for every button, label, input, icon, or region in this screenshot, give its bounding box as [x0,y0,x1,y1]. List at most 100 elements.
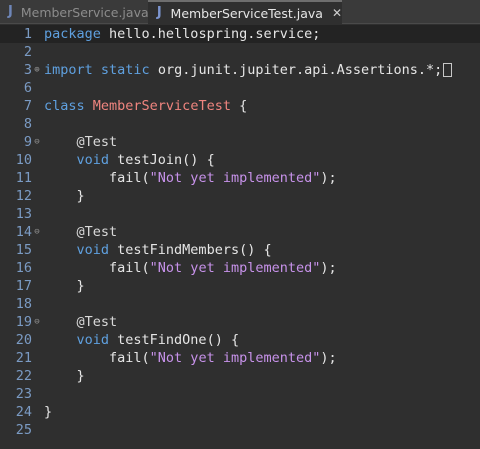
code-editor[interactable]: 1 package hello.hellospring.service; 2 3 ⊕ im… [0,24,480,449]
code-line[interactable]: 8 [0,115,480,133]
line-number: 1 [23,26,32,42]
code-token: static [100,62,150,78]
line-number: 23 [15,386,32,402]
code-token: "Not yet implemented" [149,350,321,366]
tab-bar: J MemberService.java J MemberServiceTest… [0,0,480,24]
code-text: @Test [44,313,118,331]
code-line[interactable]: 3 ⊕ import static org.junit.jupiter.api.As… [0,61,480,79]
code-text: fail("Not yet implemented"); [44,259,337,277]
code-token: "Not yet implemented" [149,170,321,186]
tab-member-service-test[interactable]: J MemberServiceTest.java ✕ [148,0,342,24]
code-token: @Test [76,224,118,240]
code-line[interactable]: 17 } [0,277,480,295]
tab-member-service[interactable]: J MemberService.java [0,0,149,24]
code-line[interactable]: 21 fail("Not yet implemented"); [0,349,480,367]
code-line[interactable]: 13 [0,205,480,223]
code-token: void [76,242,110,258]
line-number: 8 [23,116,32,132]
line-number: 25 [15,422,32,438]
code-line[interactable]: 6 [0,79,480,97]
tab-label: MemberService.java [20,4,149,20]
code-line[interactable]: 16 fail("Not yet implemented"); [0,259,480,277]
collapse-fold-icon[interactable]: ⊖ [33,313,41,331]
collapse-fold-icon[interactable]: ⊖ [33,133,41,151]
code-token: fail( [44,350,150,366]
line-number: 24 [15,404,32,420]
code-token: ); [320,350,337,366]
code-line[interactable]: 10 void testJoin() { [0,151,480,169]
code-line[interactable]: 18 [0,295,480,313]
code-text: void testJoin() { [44,151,215,169]
code-line[interactable]: 20 void testFindOne() { [0,331,480,349]
code-text: class MemberServiceTest { [44,97,247,115]
code-text: } [44,187,85,205]
line-number: 6 [23,80,32,96]
line-number: 15 [15,242,32,258]
code-token: "Not yet implemented" [149,260,321,276]
line-number: 3 [23,62,32,78]
code-token: fail( [44,170,150,186]
collapse-fold-icon[interactable]: ⊖ [33,223,41,241]
code-line[interactable]: 1 package hello.hellospring.service; [0,25,480,43]
java-file-icon: J [8,4,13,19]
line-number: 9 [23,134,32,150]
code-text: fail("Not yet implemented"); [44,349,337,367]
code-line[interactable]: 7 class MemberServiceTest { [0,97,480,115]
code-token: } [44,368,85,384]
code-token: class [44,98,85,114]
code-text: } [44,403,52,421]
code-token: } [44,188,85,204]
line-number: 7 [23,98,32,114]
code-text: import static org.junit.jupiter.api.Asse… [44,61,453,79]
code-token: package [44,26,101,42]
code-token: testFindOne() { [109,332,240,348]
code-token: ); [320,170,337,186]
code-token: @Test [76,134,118,150]
java-file-icon: J [156,5,162,20]
code-token: org.junit.jupiter.api.Assertions.*; [149,62,443,78]
code-token: @Test [76,314,118,330]
line-number: 10 [15,152,32,168]
code-line[interactable]: 22 } [0,367,480,385]
code-text: } [44,277,85,295]
code-text: fail("Not yet implemented"); [44,169,337,187]
close-icon[interactable]: ✕ [332,6,342,20]
line-number: 21 [15,350,32,366]
code-line[interactable]: 14 ⊖ @Test [0,223,480,241]
line-number: 12 [15,188,32,204]
code-text: @Test [44,133,118,151]
code-token: void [76,152,110,168]
code-token: hello.hellospring.service; [100,26,321,42]
code-line[interactable]: 11 fail("Not yet implemented"); [0,169,480,187]
code-line[interactable]: 24} [0,403,480,421]
folded-import-marker [443,63,453,77]
line-number: 19 [15,314,32,330]
code-token: ); [320,260,337,276]
code-line[interactable]: 15 void testFindMembers() { [0,241,480,259]
code-line[interactable]: 19 ⊖ @Test [0,313,480,331]
code-text: @Test [44,223,118,241]
code-line[interactable]: 23 [0,385,480,403]
code-text: package hello.hellospring.service; [44,25,320,43]
code-text: } [44,367,85,385]
expand-fold-icon[interactable]: ⊕ [33,61,41,79]
line-number: 16 [15,260,32,276]
line-number: 11 [15,170,32,186]
line-number: 22 [15,368,32,384]
code-token: import [44,62,93,78]
code-token: MemberServiceTest [92,98,231,114]
line-number: 17 [15,278,32,294]
code-line[interactable]: 2 [0,43,480,61]
code-text: void testFindOne() { [44,331,240,349]
code-line[interactable]: 25 [0,421,480,439]
code-line[interactable]: 9 ⊖ @Test [0,133,480,151]
code-token: void [76,332,110,348]
code-line[interactable]: 12 } [0,187,480,205]
